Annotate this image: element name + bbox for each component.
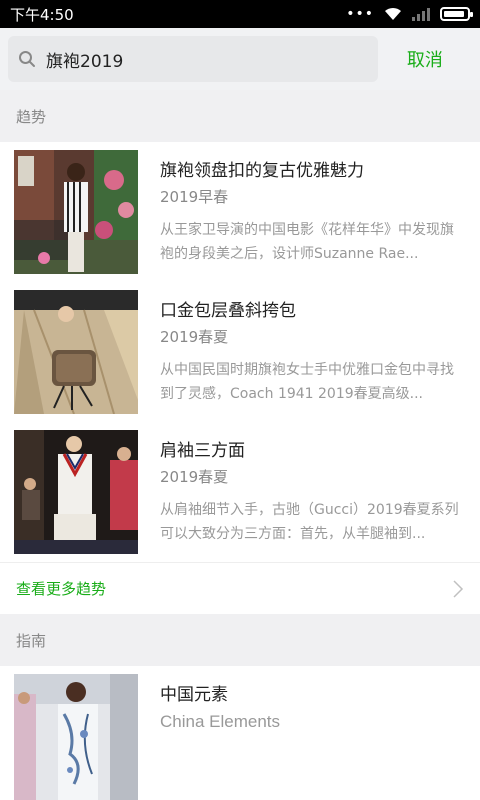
trend-info: 肩袖三方面 2019春夏 从肩袖细节入手，古驰（Gucci）2019春夏系列可以… xyxy=(160,430,466,554)
search-box[interactable] xyxy=(8,36,378,82)
trend-title: 肩袖三方面 xyxy=(160,441,245,461)
trend-season: 2019春夏 xyxy=(160,328,229,346)
guide-subtitle: China Elements xyxy=(160,712,281,731)
trend-season: 2019春夏 xyxy=(160,468,229,486)
guide-info: 中国元素 China Elements xyxy=(160,674,466,792)
trend-description: 从肩袖细节入手，古驰（Gucci）2019春夏系列可以大致分为三方面：首先，从羊… xyxy=(160,502,459,542)
status-icons: ••• xyxy=(346,6,473,22)
section-header-trends: 趋势 xyxy=(0,90,480,142)
battery-level xyxy=(444,11,464,17)
trend-item[interactable]: 肩袖三方面 2019春夏 从肩袖细节入手，古驰（Gucci）2019春夏系列可以… xyxy=(0,422,480,562)
trend-season: 2019早春 xyxy=(160,188,229,206)
trend-info: 旗袍领盘扣的复古优雅魅力 2019早春 从王家卫导演的中国电影《花样年华》中发现… xyxy=(160,150,466,274)
trend-thumbnail xyxy=(14,290,138,414)
trend-info: 口金包层叠斜挎包 2019春夏 从中国民国时期旗袍女士手中优雅口金包中寻找到了灵… xyxy=(160,290,466,414)
trend-title: 口金包层叠斜挎包 xyxy=(160,301,296,321)
trend-item[interactable]: 旗袍领盘扣的复古优雅魅力 2019早春 从王家卫导演的中国电影《花样年华》中发现… xyxy=(0,142,480,282)
search-bar: 取消 xyxy=(0,28,480,90)
search-input[interactable] xyxy=(46,49,346,69)
section-header-guides: 指南 xyxy=(0,614,480,666)
trend-item[interactable]: 口金包层叠斜挎包 2019春夏 从中国民国时期旗袍女士手中优雅口金包中寻找到了灵… xyxy=(0,282,480,422)
status-bar: 下午4:50 ••• xyxy=(0,0,480,28)
battery-icon xyxy=(440,7,473,21)
cancel-button[interactable]: 取消 xyxy=(378,46,472,72)
trend-description: 从王家卫导演的中国电影《花样年华》中发现旗袍的身段美之后，设计师Suzanne … xyxy=(160,222,454,262)
wifi-icon xyxy=(385,7,401,20)
more-trends-label: 查看更多趋势 xyxy=(16,580,107,598)
chevron-right-icon xyxy=(453,579,464,598)
notification-dots: ••• xyxy=(346,6,374,22)
trend-thumbnail xyxy=(14,430,138,554)
search-icon xyxy=(19,51,35,67)
status-time: 下午4:50 xyxy=(10,5,74,24)
guide-item[interactable]: 中国元素 China Elements xyxy=(0,666,480,800)
signal-icon xyxy=(412,8,430,21)
trend-thumbnail xyxy=(14,150,138,274)
more-trends-link[interactable]: 查看更多趋势 xyxy=(0,562,480,614)
trend-description: 从中国民国时期旗袍女士手中优雅口金包中寻找到了灵感，Coach 1941 201… xyxy=(160,362,454,402)
guide-thumbnail xyxy=(14,674,138,800)
guide-title: 中国元素 xyxy=(160,685,228,705)
trend-title: 旗袍领盘扣的复古优雅魅力 xyxy=(160,161,364,181)
trend-list: 旗袍领盘扣的复古优雅魅力 2019早春 从王家卫导演的中国电影《花样年华》中发现… xyxy=(0,142,480,562)
